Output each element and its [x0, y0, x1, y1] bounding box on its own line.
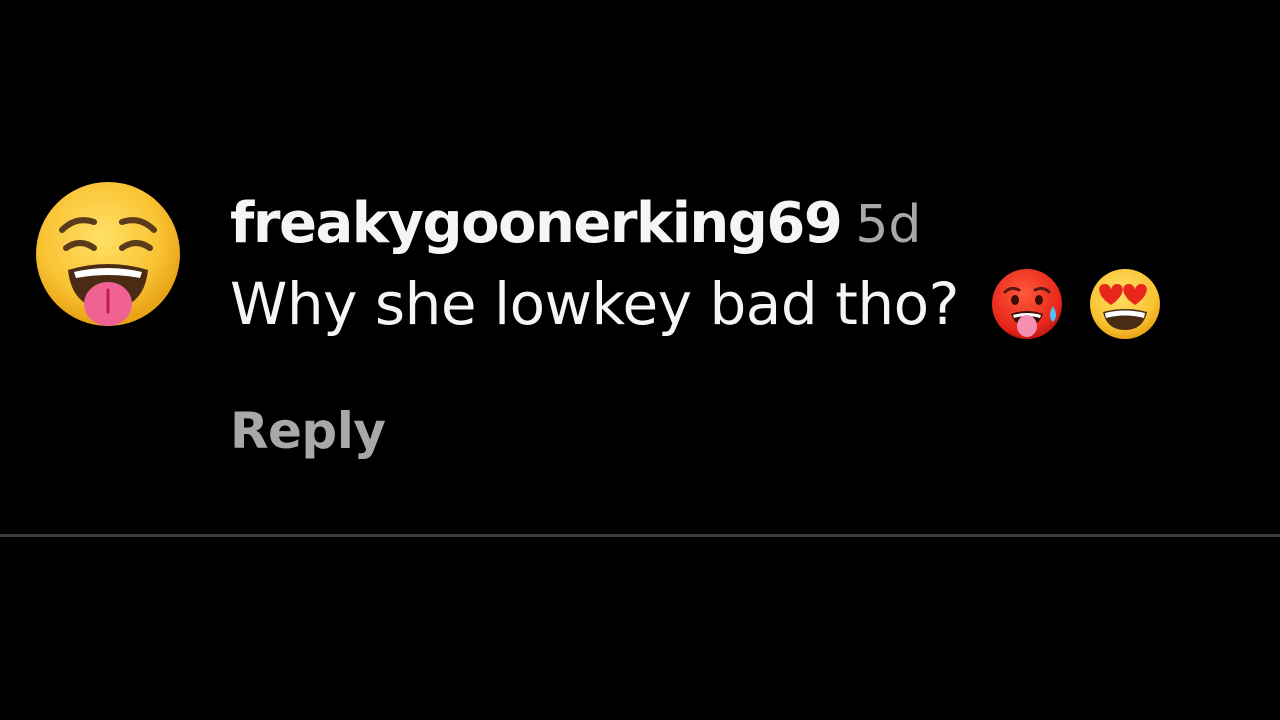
comment-timestamp: 5d	[855, 195, 922, 255]
hot-face-emoji-icon	[989, 266, 1065, 342]
comment-text-line: Why she lowkey bad tho?	[230, 264, 1250, 344]
comment-actions: Reply	[230, 396, 1250, 466]
comment-item: freakygoonerking69 5d Why she lowkey bad …	[0, 0, 1280, 536]
comment-body: freakygoonerking69 5d Why she lowkey bad …	[230, 184, 1250, 466]
avatar[interactable]	[32, 178, 184, 330]
reply-button[interactable]: Reply	[230, 402, 386, 460]
comment-text: Why she lowkey bad tho?	[230, 270, 959, 338]
smiling-face-heart-eyes-emoji-icon	[1087, 266, 1163, 342]
username-link[interactable]: freakygoonerking69	[230, 191, 843, 256]
divider	[0, 534, 1280, 537]
comment-header: freakygoonerking69 5d	[230, 184, 1250, 264]
weary-face-tongue-out-emoji-icon	[36, 182, 180, 326]
